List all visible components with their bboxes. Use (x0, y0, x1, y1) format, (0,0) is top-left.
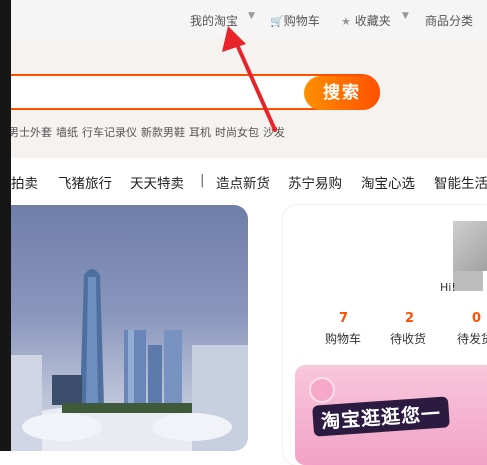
nav-item-suning[interactable]: 苏宁易购 (288, 172, 342, 192)
nav-item-daily-deals[interactable]: 天天特卖 (130, 172, 184, 192)
my-taobao-link[interactable]: 我的淘宝 (190, 12, 238, 29)
categories-link[interactable]: 商品分类 (425, 12, 473, 29)
chevron-down-icon[interactable]: ▼ (248, 11, 255, 21)
nav-divider: | (200, 172, 205, 188)
cart-link[interactable]: 🛒购物车 (270, 12, 320, 29)
nav-item-auction[interactable]: 拍卖 (11, 172, 38, 192)
search-header: 搜索 男士外套 墙纸 行车记录仪 新款男鞋 耳机 时尚女包 沙发 (0, 38, 487, 158)
promo-banner[interactable]: 淘宝逛逛您一 (295, 365, 487, 465)
username-blurred (453, 271, 483, 291)
greeting: Hi! (440, 281, 456, 294)
hot-word-link[interactable]: 时尚女包 (215, 126, 259, 139)
cart-link-label: 购物车 (283, 14, 320, 28)
category-nav: 拍卖 飞猪旅行 天天特卖 | 造点新货 苏宁易购 淘宝心选 智能生活 (0, 158, 487, 202)
hot-word-link[interactable]: 行车记录仪 (82, 126, 137, 139)
site-topbar: 我的淘宝 ▼ 🛒购物车 ★ 收藏夹 ▼ 商品分类 (0, 0, 487, 39)
city-skyline-image (0, 269, 248, 451)
promo-icon (309, 377, 335, 403)
hot-search-words: 男士外套 墙纸 行车记录仪 新款男鞋 耳机 时尚女包 沙发 (8, 124, 289, 140)
to-receive-label[interactable]: 待收货 (390, 330, 426, 347)
nav-item-fliggy[interactable]: 飞猪旅行 (58, 172, 112, 192)
nav-item-smart-life[interactable]: 智能生活 (434, 172, 487, 192)
cart-icon: 🛒 (270, 15, 284, 28)
nav-item-new-goods[interactable]: 造点新货 (216, 172, 270, 192)
cart-label[interactable]: 购物车 (325, 330, 361, 347)
hot-word-link[interactable]: 耳机 (189, 126, 211, 139)
cart-count[interactable]: 7 (339, 311, 348, 326)
search-button[interactable]: 搜索 (304, 76, 380, 110)
user-card: Hi! 7 购物车 2 待收货 0 待发货 淘宝逛逛您一 (283, 205, 487, 465)
promo-title: 淘宝逛逛您一 (312, 396, 450, 437)
left-edge-shadow (0, 0, 11, 451)
nav-item-taobao-select[interactable]: 淘宝心选 (361, 172, 415, 192)
to-ship-count[interactable]: 0 (472, 311, 481, 326)
to-receive-count[interactable]: 2 (405, 311, 414, 326)
favorites-link-label: 收藏夹 (354, 14, 391, 28)
hot-word-link[interactable]: 沙发 (263, 126, 285, 139)
hot-word-link[interactable]: 墙纸 (56, 126, 78, 139)
chevron-down-icon[interactable]: ▼ (402, 11, 409, 21)
hero-banner[interactable] (0, 205, 248, 451)
favorites-link[interactable]: ★ 收藏夹 (341, 12, 391, 29)
avatar[interactable] (453, 221, 487, 271)
to-ship-label[interactable]: 待发货 (457, 330, 487, 347)
hot-word-link[interactable]: 男士外套 (8, 126, 52, 139)
hot-word-link[interactable]: 新款男鞋 (141, 126, 185, 139)
star-icon: ★ (341, 15, 351, 28)
